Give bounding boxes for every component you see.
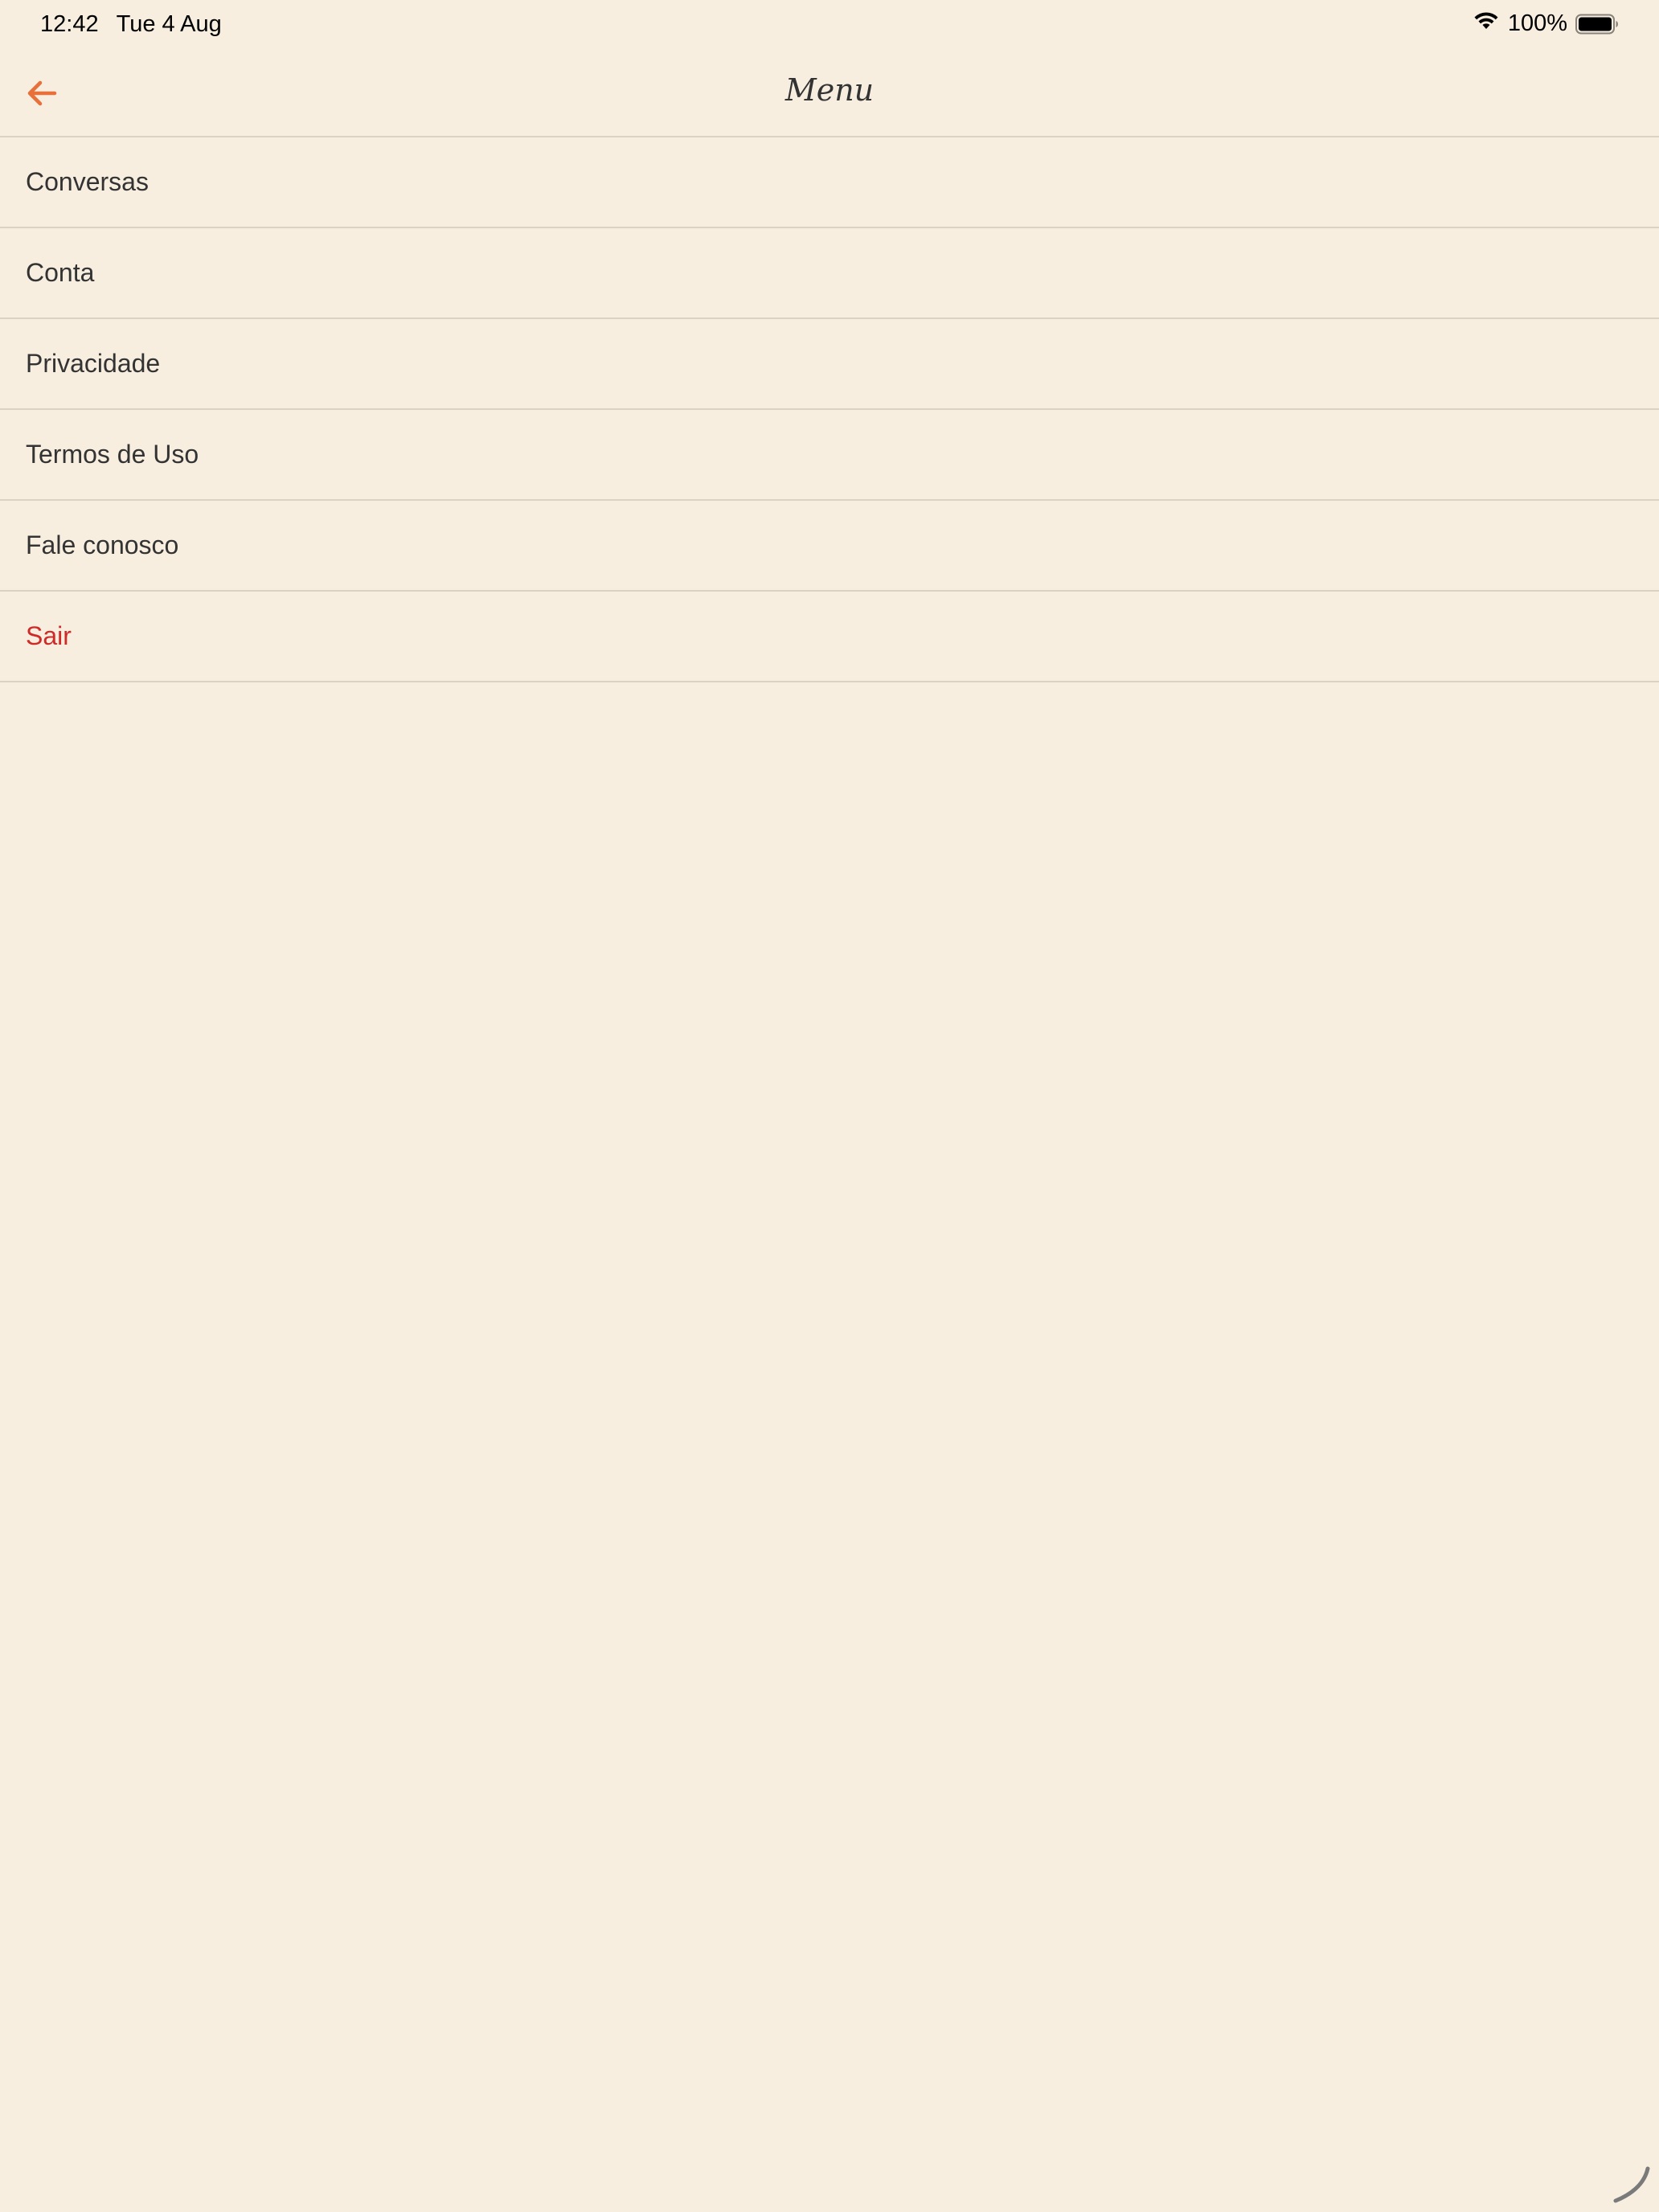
battery-fill [1579, 17, 1612, 31]
menu-item-label: Conta [26, 258, 95, 287]
status-right: 100% [1473, 10, 1618, 37]
page-title: Menu [784, 72, 875, 108]
status-bar: 12:42 Tue 4 Aug 100% [0, 0, 1659, 51]
menu-item-privacidade[interactable]: Privacidade [0, 319, 1659, 410]
menu-list: Conversas Conta Privacidade Termos de Us… [0, 137, 1659, 682]
menu-item-label: Fale conosco [26, 530, 179, 559]
menu-item-sair[interactable]: Sair [0, 592, 1659, 682]
menu-item-label: Conversas [26, 167, 149, 196]
navigation-bar: Menu [0, 51, 1659, 137]
menu-item-termos-de-uso[interactable]: Termos de Uso [0, 410, 1659, 501]
menu-item-label: Termos de Uso [26, 440, 199, 469]
battery-icon [1575, 14, 1618, 34]
status-date: Tue 4 Aug [116, 11, 222, 37]
wifi-icon [1473, 10, 1500, 37]
menu-item-label: Privacidade [26, 349, 161, 378]
menu-item-fale-conosco[interactable]: Fale conosco [0, 501, 1659, 592]
status-time: 12:42 [40, 11, 99, 37]
battery-percent: 100% [1507, 10, 1567, 36]
menu-item-conversas[interactable]: Conversas [0, 137, 1659, 228]
menu-item-label: Sair [26, 621, 72, 650]
status-left: 12:42 Tue 4 Aug [40, 11, 222, 38]
menu-item-conta[interactable]: Conta [0, 228, 1659, 319]
home-indicator-curve [1612, 2165, 1653, 2206]
